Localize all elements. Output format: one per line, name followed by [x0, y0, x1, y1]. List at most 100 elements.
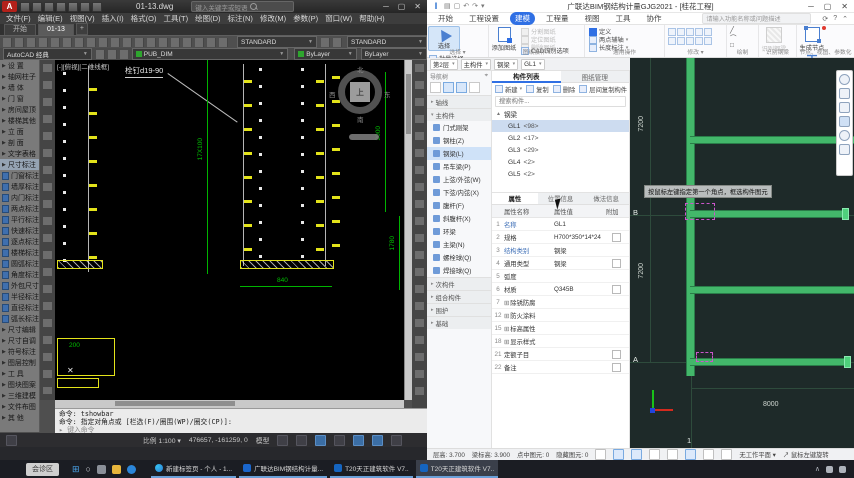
palette-item[interactable]: ▶ 工 具 — [0, 368, 39, 379]
maximize-button[interactable]: ▢ — [824, 2, 832, 11]
function-search-input[interactable]: 请输入功能名称或问题描述 — [702, 13, 811, 24]
palette-item[interactable]: ▶ 弧长标注 — [0, 313, 39, 324]
close-button[interactable]: ✕ — [841, 2, 848, 11]
palette-item[interactable]: ▶ 逐点标注 — [0, 236, 39, 247]
orbit-toggle[interactable] — [631, 449, 642, 460]
nav-item[interactable]: 门式刚架 — [427, 121, 491, 134]
menu-item[interactable]: 文件(F) — [6, 13, 31, 24]
palette-item[interactable]: ▶ 角度标注 — [0, 269, 39, 280]
palette-item[interactable]: ▶ 立 面 — [0, 126, 39, 137]
palette-item[interactable]: ▶ 半径标注 — [0, 291, 39, 302]
nav-item[interactable]: 吊车梁(P) — [427, 160, 491, 173]
model-space-button[interactable]: 模型 — [256, 435, 270, 445]
model-canvas[interactable]: 7200 7200 8000 B A 1 按鼠标左键指定第一个角点，框选构件图元 — [630, 58, 854, 448]
pan-icon[interactable] — [839, 88, 850, 99]
palette-item[interactable]: ▶ 外包尺寸 — [0, 280, 39, 291]
property-row[interactable]: 15 ⊞标高属性 — [492, 322, 629, 335]
nav-section-axis[interactable]: ▸轴线 — [427, 95, 491, 108]
taskbar-app[interactable]: T20天正建筑软件 V7.. — [330, 460, 413, 478]
aux-axis-button[interactable]: 两点辅轴▾ — [589, 36, 628, 43]
expand-icon[interactable]: ⊞ — [504, 326, 509, 333]
workplane-combo[interactable]: 无工作平面 ▾ — [739, 450, 775, 459]
context-combo[interactable]: 第2层▾ — [430, 59, 458, 70]
palette-item[interactable]: ▶ 设 置 — [0, 60, 39, 71]
modify-tools-grid[interactable] — [665, 25, 726, 48]
property-row[interactable]: 22 ⊞备注 — [492, 361, 629, 374]
nav-item[interactable]: 钢柱(Z) — [427, 134, 491, 147]
ribbon-tab[interactable]: 工具 — [611, 12, 636, 25]
attach-checkbox[interactable] — [612, 350, 621, 359]
taskbar-app[interactable]: T20天正建筑软件 V7.. — [416, 460, 499, 478]
group-label[interactable]: 修改 ▾ — [665, 47, 726, 56]
new-drawing-tab-button[interactable]: + — [76, 23, 88, 35]
nav-item[interactable]: 环梁 — [427, 225, 491, 238]
otrack-toggle[interactable] — [372, 435, 383, 446]
context-combo[interactable]: 钢梁▾ — [494, 59, 518, 70]
ribbon-tab[interactable]: 工程量 — [541, 12, 574, 25]
orbit-icon[interactable] — [839, 74, 850, 85]
minimize-button[interactable]: ─ — [808, 2, 814, 11]
nav-section-collapsed[interactable]: ▸围护 — [427, 303, 491, 316]
context-combo[interactable]: GL1▾ — [521, 59, 544, 70]
ribbon-tab[interactable]: 视图 — [580, 12, 605, 25]
text-style-combo[interactable]: STANDARD▼ — [347, 36, 427, 48]
help-search-input[interactable]: 键入关键字或短语 — [191, 1, 294, 12]
context-combo[interactable]: 主构件▾ — [461, 59, 491, 70]
ribbon-tab[interactable]: 协作 — [642, 12, 667, 25]
file-tab-current[interactable]: 01-13 — [38, 24, 74, 35]
menu-item[interactable]: 修改(M) — [260, 13, 286, 24]
palette-item[interactable]: ▶ 墙 体 — [0, 82, 39, 93]
network-icon[interactable] — [826, 466, 833, 473]
component-list-item[interactable]: GL4<2> — [492, 156, 629, 168]
nav-item[interactable]: 上弦/外弦(W) — [427, 173, 491, 186]
nav-section-collapsed[interactable]: ▸次构件 — [427, 277, 491, 290]
expand-icon[interactable]: ⊞ — [504, 313, 509, 320]
attach-checkbox[interactable] — [612, 259, 621, 268]
property-value[interactable]: GL1 — [554, 221, 606, 228]
palette-item[interactable]: ▶ 平行标注 — [0, 214, 39, 225]
gjg-quick-access[interactable]: ▤▢↶↷▾ — [444, 2, 485, 10]
rotate-icon[interactable] — [839, 130, 850, 141]
palette-item[interactable]: ▶ 轴网柱子 — [0, 71, 39, 82]
viewport-controls-label[interactable]: [-][俯视][二维线框] — [57, 61, 109, 71]
palette-item[interactable]: ▶ 楼梯其他 — [0, 115, 39, 126]
sync-icon[interactable]: ⟳ — [822, 15, 828, 23]
component-list-item[interactable]: GL1<98> — [492, 120, 629, 132]
property-row[interactable]: 3 ⊞结构类别 钢梁 — [492, 244, 629, 257]
component-list-item[interactable]: GL5<2> — [492, 168, 629, 180]
task-view-icon[interactable] — [97, 465, 106, 474]
huizhenqu-overlay-button[interactable]: 会诊区 — [26, 463, 59, 476]
palette-item[interactable]: ▶ 其 他 — [0, 412, 39, 423]
palette-item[interactable]: ▶ 尺寸自调 — [0, 335, 39, 346]
rotate-toggle[interactable] — [667, 449, 678, 460]
steel-beam-element[interactable] — [690, 286, 854, 294]
autocad-drawing-area[interactable]: [-][俯视][二维线框] 栓钉d19-90 17X100 2000 1780 … — [55, 60, 404, 400]
property-value[interactable]: H700*350*14*24 — [554, 234, 606, 241]
viewcube-east[interactable]: 东 — [384, 89, 391, 99]
palette-item[interactable]: ▶ 文件布图 — [0, 401, 39, 412]
palette-item[interactable]: ▶ 门窗标注 — [0, 170, 39, 181]
tab-method-info[interactable]: 做法信息 — [583, 193, 629, 205]
start-button[interactable]: ⊞ — [72, 464, 80, 475]
ortho-toggle[interactable] — [315, 435, 326, 446]
zoom-extents-icon[interactable] — [839, 102, 850, 113]
property-row[interactable]: 1 ⊞名称 GL1 — [492, 218, 629, 231]
property-row[interactable]: 2 ⊞规格 H700*350*14*24 — [492, 231, 629, 244]
nav-item[interactable]: 螺栓球(Q) — [427, 251, 491, 264]
attach-checkbox[interactable] — [612, 363, 621, 372]
property-row[interactable]: 7 ⊞除锈防腐 — [492, 296, 629, 309]
palette-item[interactable]: ▶ 墙厚标注 — [0, 181, 39, 192]
component-group[interactable]: ▲钢梁 — [492, 108, 629, 120]
palette-item[interactable]: ▶ 剖 面 — [0, 137, 39, 148]
toolbar-icons[interactable] — [321, 38, 343, 47]
palette-item[interactable]: ▶ 两点标注 — [0, 203, 39, 214]
scale-control[interactable]: 比例 1:100 ▾ — [143, 435, 181, 445]
color-combo[interactable]: ByLayer▼ — [294, 48, 357, 60]
nav-view-switch[interactable] — [427, 81, 491, 95]
command-line[interactable]: 命令: tshowbar 命令: 指定对角点或 [栏选(F)/圈围(WP)/圈交… — [55, 408, 427, 433]
component-toolbar-button[interactable]: 新建▾ — [495, 85, 522, 94]
volume-icon[interactable] — [839, 466, 846, 473]
pin-icon[interactable]: ⌖ — [485, 73, 491, 80]
palette-item[interactable]: ▶ 图层控制 — [0, 357, 39, 368]
viewcube[interactable]: 上 北 南 西 东 — [338, 70, 382, 114]
